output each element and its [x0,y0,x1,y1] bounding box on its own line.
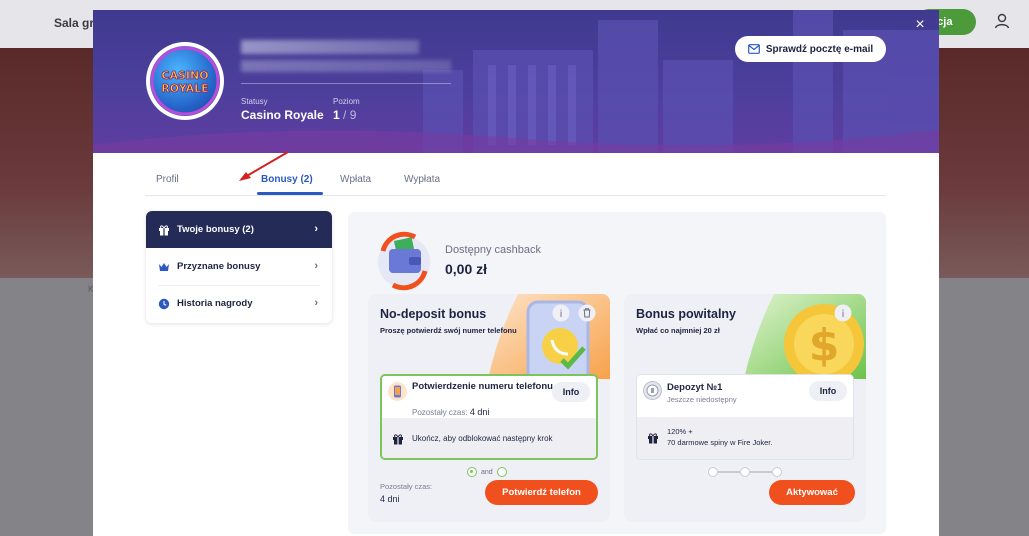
reward-spins: 70 darmowe spiny w Fire Joker. [667,438,773,447]
step-progress: and [467,466,507,478]
step-dot [772,467,782,477]
step-dot [740,467,750,477]
mail-icon [747,44,760,54]
bonus-sidebar: Twoje bonusy (2) › Przyznane bonusy › Hi… [146,211,332,323]
sidebar-item-label: Historia nagrody [177,298,253,309]
sidebar-item-your-bonuses[interactable]: Twoje bonusy (2) › [146,211,332,248]
chevron-right-icon: › [314,223,318,235]
blurred-user-id [241,60,451,72]
step-title: Depozyt №1 [667,382,723,393]
close-icon[interactable]: × [913,17,927,33]
user-icon [993,12,1011,30]
welcome-bonus-card: $ i Bonus powitalny Wpłać co najmniej 20… [624,294,866,522]
gift-icon [648,433,658,444]
card-title: No-deposit bonus [380,307,487,321]
gift-icon [393,434,403,445]
svg-text:i: i [560,309,563,320]
crown-icon [158,261,170,273]
info-button[interactable]: Info [809,381,847,401]
svg-text:$: $ [809,320,840,371]
info-circle-icon[interactable]: i [834,304,852,322]
step-reward-text: 120% + 70 darmowe spiny w Fire Joker. [667,426,772,448]
profile-modal: CASINO ROYALE Statusy Casino Royale Pozi… [93,10,939,536]
status-value: Casino Royale [241,108,324,122]
info-button[interactable]: Info [552,382,590,402]
tab-deposit[interactable]: Wpłata [340,174,371,185]
sidebar-item-label: Twoje bonusy (2) [177,224,254,235]
step-header: Depozyt №1 Jeszcze niedostępny Info [637,375,853,417]
cashback-wallet-icon [378,231,430,291]
step-connector [718,471,740,473]
logo-text-casino: CASINO [161,69,208,82]
phone-icon [388,382,407,401]
remaining-time-label: Pozostały czas: [380,482,433,491]
level-label: Poziom [333,97,360,106]
step-progress [708,466,782,478]
blurred-username [241,40,419,54]
status-label: Statusy [241,97,268,106]
step-status: Jeszcze niedostępny [667,395,737,404]
tab-withdrawal[interactable]: Wypłata [404,174,440,185]
step-header: Potwierdzenie numeru telefonu Pozostały … [382,376,596,418]
step-dot-active [467,467,477,477]
step-dot [496,467,507,477]
step-reward-text: Ukończ, aby odblokować następny krok [412,434,553,443]
level-separator: / [339,108,350,122]
level-value: 1 / 9 [333,108,356,122]
modal-content: Profil Bonusy (2) Wpłata Wypłata Twoje b… [93,151,939,536]
gift-icon [158,224,170,236]
bonuses-panel: Dostępny cashback 0,00 zł i No-deposit b… [348,212,886,534]
lock-coin-icon [643,381,662,400]
step-connector [750,471,772,473]
activate-button[interactable]: Aktywować [769,480,855,505]
trash-icon[interactable] [578,304,596,322]
cashback-title: Dostępny cashback [445,244,541,256]
step-dot [708,467,718,477]
cashback-value: 0,00 zł [445,261,488,277]
modal-header: CASINO ROYALE Statusy Casino Royale Pozi… [93,10,939,153]
check-email-label: Sprawdź pocztę e-mail [765,43,874,55]
step-reward: Ukończ, aby odblokować następny krok [382,418,596,458]
no-deposit-bonus-card: i No-deposit bonus Proszę potwierdź swój… [368,294,610,522]
sidebar-item-awarded-bonuses[interactable]: Przyznane bonusy › [146,248,332,285]
step-remaining-time: Pozostały czas: 4 dni [412,407,489,417]
sidebar-item-label: Przyznane bonusy [177,261,261,272]
level-max: 9 [349,108,357,122]
chevron-right-icon: › [314,297,318,309]
clock-icon [158,298,170,310]
deposit-step: Depozyt №1 Jeszcze niedostępny Info 120%… [636,374,854,460]
status-avatar: CASINO ROYALE [146,42,224,120]
tab-profile[interactable]: Profil [156,174,179,185]
step-title: Potwierdzenie numeru telefonu [412,381,553,392]
header-divider [241,83,451,84]
remaining-time-value: 4 dni [380,494,400,504]
remaining-time-label: Pozostały czas: [412,408,468,417]
card-subtitle: Proszę potwierdź swój numer telefonu [380,326,517,335]
sidebar-item-reward-history[interactable]: Historia nagrody › [146,285,332,322]
logo-text-royale: ROYALE [161,82,208,95]
reward-percent: 120% + [667,427,693,436]
annotation-arrow-icon [239,151,289,181]
active-tab-indicator [257,192,323,195]
remaining-time-value: 4 dni [469,407,490,417]
check-email-button[interactable]: Sprawdź pocztę e-mail [735,36,886,62]
step-connector-and: and [481,468,493,476]
card-title: Bonus powitalny [636,307,736,321]
svg-text:i: i [842,309,845,320]
chevron-right-icon: › [314,260,318,272]
card-subtitle: Wpłać co najmniej 20 zł [636,326,720,335]
info-circle-icon[interactable]: i [552,304,570,322]
level-current: 1 [333,108,340,122]
confirm-phone-button[interactable]: Potwierdź telefon [485,480,598,505]
casino-royale-logo: CASINO ROYALE [150,46,220,116]
step-reward: 120% + 70 darmowe spiny w Fire Joker. [637,417,853,459]
phone-verification-step: Potwierdzenie numeru telefonu Pozostały … [380,374,598,460]
